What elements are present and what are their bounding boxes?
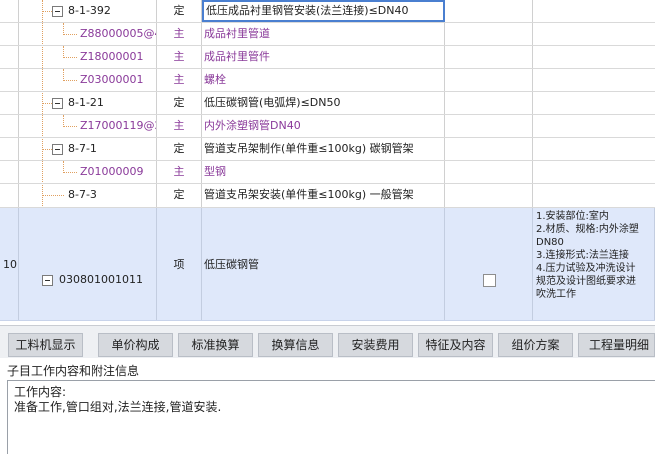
item-checkbox[interactable]: [483, 274, 496, 287]
row-code: 8-7-1: [68, 142, 97, 155]
tab-conversion-info[interactable]: 换算信息: [258, 333, 333, 357]
collapse-icon[interactable]: [52, 6, 63, 17]
row-name: 螺栓: [202, 69, 445, 91]
row-name: 内外涂塑钢管DN40: [202, 115, 445, 137]
item-type: 项: [157, 208, 202, 320]
content-text: 准备工作,管口组对,法兰连接,管道安装.: [14, 400, 222, 414]
row-name: 成品衬里管件: [202, 46, 445, 68]
collapse-icon[interactable]: [42, 275, 53, 286]
row-type: 主: [157, 46, 202, 68]
table-row[interactable]: 8-1-21 定 低压碳钢管(电弧焊)≤DN50: [0, 92, 655, 115]
table-row[interactable]: Z17000119@22 主 内外涂塑钢管DN40: [0, 115, 655, 138]
row-type: 主: [157, 161, 202, 183]
row-name: 管道支吊架制作(单件重≤100kg) 碳钢管架: [202, 138, 445, 160]
table-row[interactable]: Z88000005@4 主 成品衬里管道: [0, 23, 655, 46]
tab-installation-cost[interactable]: 安装费用: [338, 333, 413, 357]
content-label: 工作内容:: [14, 385, 67, 399]
item-features: 1.安装部位:室内 2.材质、规格:内外涂塑 DN80 3.连接形式:法兰连接 …: [536, 211, 639, 300]
row-type: 定: [157, 0, 202, 22]
item-name: 低压碳钢管: [202, 208, 445, 320]
row-name: 成品衬里管道: [202, 23, 445, 45]
collapse-icon[interactable]: [52, 98, 63, 109]
tab-standard-conversion[interactable]: 标准换算: [178, 333, 253, 357]
row-name: 型钢: [202, 161, 445, 183]
table-row[interactable]: 8-1-392 定 低压成品衬里钢管安装(法兰连接)≤DN40: [0, 0, 655, 23]
row-code: Z17000119@22: [80, 119, 156, 132]
row-code: 8-1-21: [68, 96, 104, 109]
tab-unit-price-composition[interactable]: 单价构成: [98, 333, 173, 357]
row-type: 主: [157, 115, 202, 137]
panel-title: 子目工作内容和附注信息: [7, 364, 140, 378]
row-code: Z03000001: [80, 73, 144, 86]
detail-tabs: 工料机显示 单价构成 标准换算 换算信息 安装费用 特征及内容 组价方案 工程量…: [0, 325, 655, 358]
quota-grid: 8-1-392 定 低压成品衬里钢管安装(法兰连接)≤DN40 Z8800000…: [0, 0, 655, 321]
table-row[interactable]: Z01000009 主 型钢: [0, 161, 655, 184]
row-name[interactable]: 低压成品衬里钢管安装(法兰连接)≤DN40: [202, 0, 445, 22]
row-type: 主: [157, 69, 202, 91]
row-type: 定: [157, 92, 202, 114]
row-index: 10: [0, 208, 19, 320]
row-name: 低压碳钢管(电弧焊)≤DN50: [202, 92, 445, 114]
table-row[interactable]: Z03000001 主 螺栓: [0, 69, 655, 92]
work-content-box[interactable]: 工作内容: 准备工作,管口组对,法兰连接,管道安装.: [7, 380, 655, 454]
table-row[interactable]: 8-7-3 定 管道支吊架安装(单件重≤100kg) 一般管架: [0, 184, 655, 208]
row-code: Z88000005@4: [80, 27, 157, 40]
row-type: 主: [157, 23, 202, 45]
tab-quantity-details[interactable]: 工程量明细: [578, 333, 655, 357]
table-row[interactable]: Z18000001 主 成品衬里管件: [0, 46, 655, 69]
tab-labor-material-machine[interactable]: 工料机显示: [8, 333, 83, 357]
bill-item-row[interactable]: 10 030801001011 项 低压碳钢管 1.安装部位:室内 2.材质、规…: [0, 208, 655, 321]
row-name: 管道支吊架安装(单件重≤100kg) 一般管架: [202, 184, 445, 207]
table-row[interactable]: 8-7-1 定 管道支吊架制作(单件重≤100kg) 碳钢管架: [0, 138, 655, 161]
collapse-icon[interactable]: [52, 144, 63, 155]
tab-features-and-content[interactable]: 特征及内容: [418, 333, 493, 357]
row-type: 定: [157, 184, 202, 207]
item-code: 030801001011: [59, 273, 143, 286]
row-code: 8-7-3: [68, 188, 97, 201]
row-code: 8-1-392: [68, 4, 111, 17]
row-code: Z01000009: [80, 165, 144, 178]
row-code: Z18000001: [80, 50, 144, 63]
row-type: 定: [157, 138, 202, 160]
tab-pricing-scheme[interactable]: 组价方案: [498, 333, 573, 357]
